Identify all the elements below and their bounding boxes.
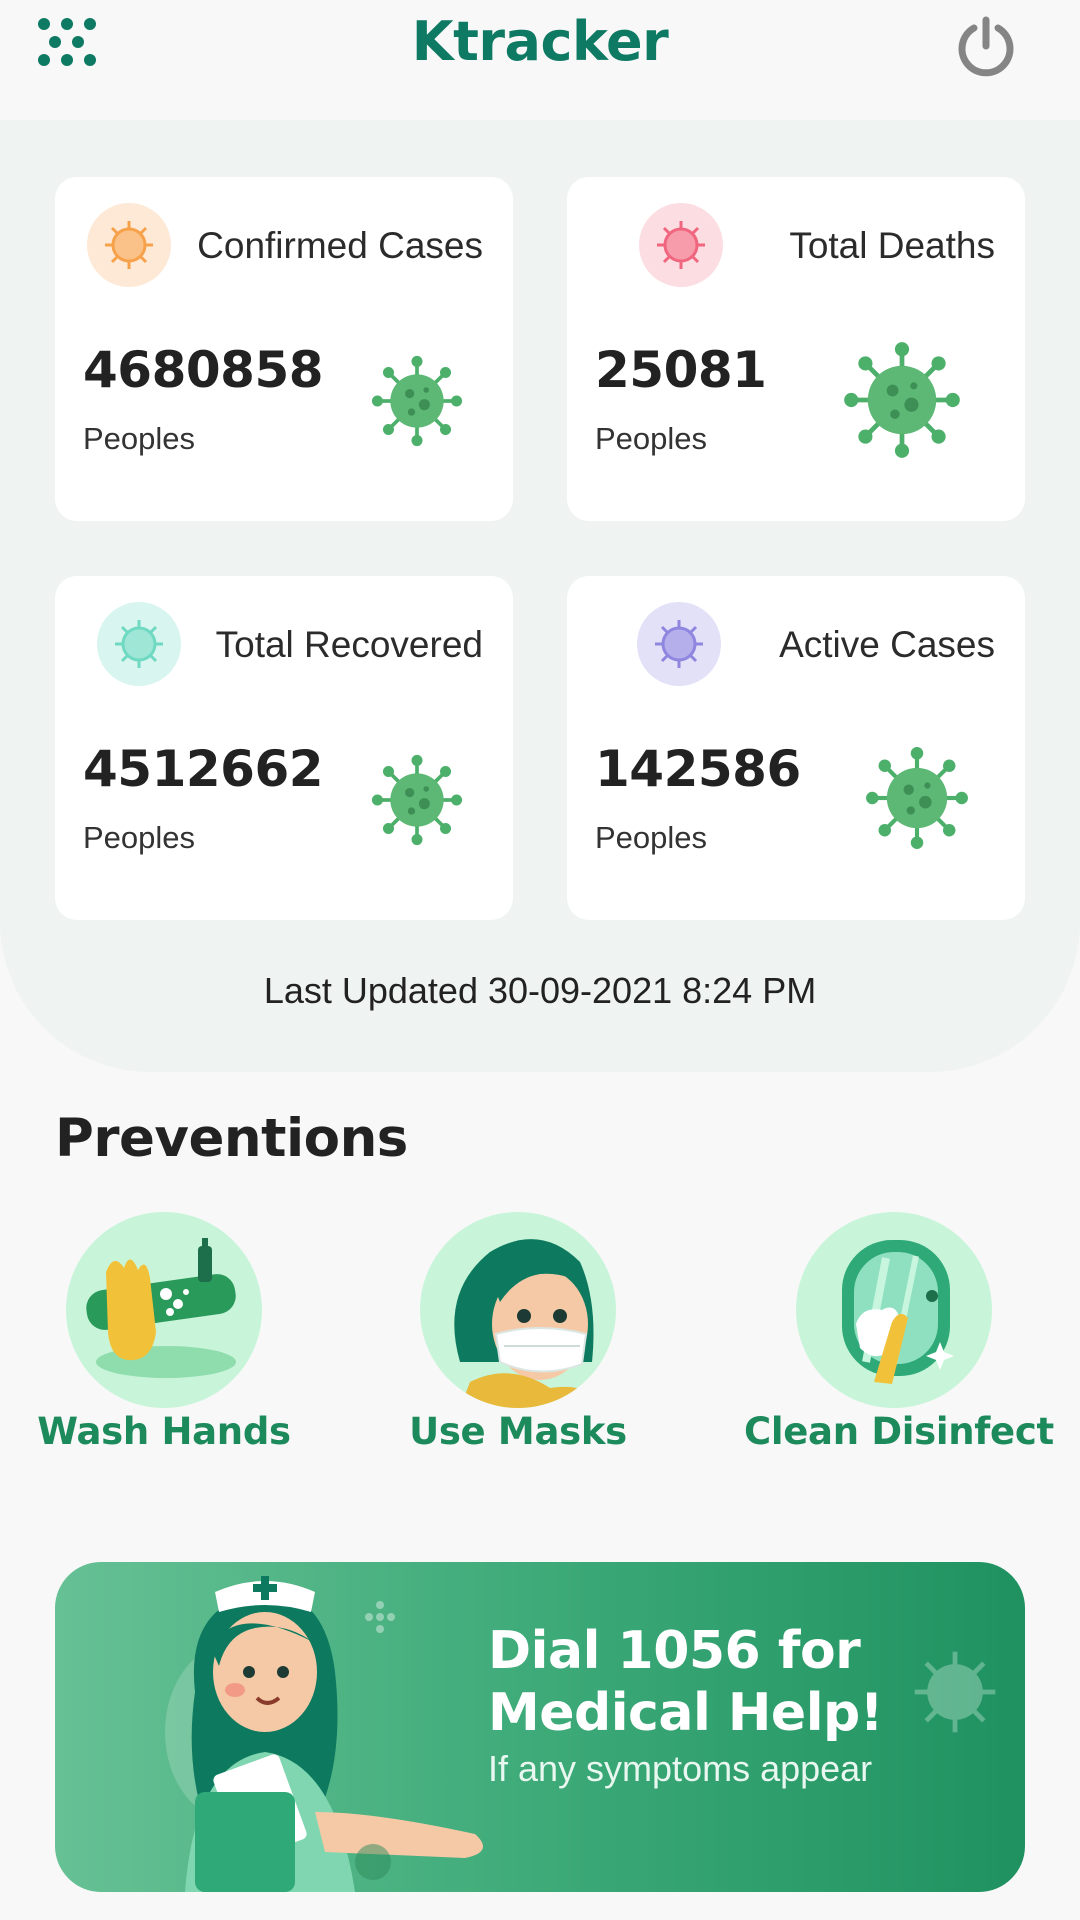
- card-label: Confirmed Cases: [197, 225, 483, 266]
- prevention-wash-hands[interactable]: Wash Hands: [14, 1212, 314, 1453]
- virus-icon: [371, 754, 463, 846]
- card-unit: Peoples: [595, 820, 708, 855]
- banner-title: Dial 1056 for Medical Help!: [488, 1621, 883, 1743]
- total-recovered-card[interactable]: Total Recovered 4512662 Peoples: [55, 576, 513, 920]
- prevention-label: Use Masks: [409, 1410, 627, 1453]
- last-updated: Last Updated 30-09-2021 8:24 PM: [263, 970, 817, 1011]
- active-virus-icon: [637, 602, 721, 686]
- prevention-label: Clean Disinfect: [744, 1410, 1054, 1453]
- deaths-virus-icon: [639, 203, 723, 287]
- card-unit: Peoples: [83, 421, 196, 456]
- preventions-title: Preventions: [55, 1108, 408, 1169]
- card-unit: Peoples: [595, 421, 708, 456]
- prevention-use-masks[interactable]: Use Masks: [368, 1212, 668, 1453]
- card-value: 25081: [595, 341, 767, 399]
- prevention-label: Wash Hands: [37, 1410, 291, 1453]
- sparkle-icon: [365, 1601, 395, 1633]
- nurse-illustration: [165, 1576, 483, 1892]
- card-label: Total Deaths: [789, 225, 995, 266]
- confirmed-cases-card[interactable]: Confirmed Cases 4680858 Peoples: [55, 177, 513, 521]
- card-label: Total Recovered: [215, 624, 483, 665]
- virus-icon: [844, 342, 960, 458]
- prevention-clean-disinfect[interactable]: Clean Disinfect: [744, 1212, 1054, 1453]
- card-value: 4512662: [83, 740, 324, 798]
- stats-panel: Confirmed Cases 4680858 Peoples Total De…: [0, 120, 1080, 1072]
- card-label: Active Cases: [779, 624, 995, 665]
- total-deaths-card[interactable]: Total Deaths 25081 Peoples: [567, 177, 1025, 521]
- virus-icon: [371, 355, 463, 447]
- recovered-virus-icon: [97, 602, 181, 686]
- power-icon[interactable]: [956, 14, 1016, 78]
- banner-subtitle: If any symptoms appear: [488, 1748, 873, 1789]
- virus-icon: [914, 1651, 996, 1733]
- active-cases-card[interactable]: Active Cases 142586 Peoples: [567, 576, 1025, 920]
- card-value: 4680858: [83, 341, 324, 399]
- disinfect-icon: [796, 1212, 992, 1408]
- app-bar: Ktracker: [0, 0, 1080, 120]
- confirmed-virus-icon: [87, 203, 171, 287]
- wash-hands-icon: [66, 1212, 262, 1408]
- virus-icon: [866, 747, 968, 849]
- card-value: 142586: [595, 740, 801, 798]
- medical-help-banner[interactable]: Dial 1056 for Medical Help! If any sympt…: [55, 1562, 1025, 1892]
- card-unit: Peoples: [83, 820, 196, 855]
- app-title: Ktracker: [411, 10, 669, 73]
- mask-icon: [420, 1212, 616, 1408]
